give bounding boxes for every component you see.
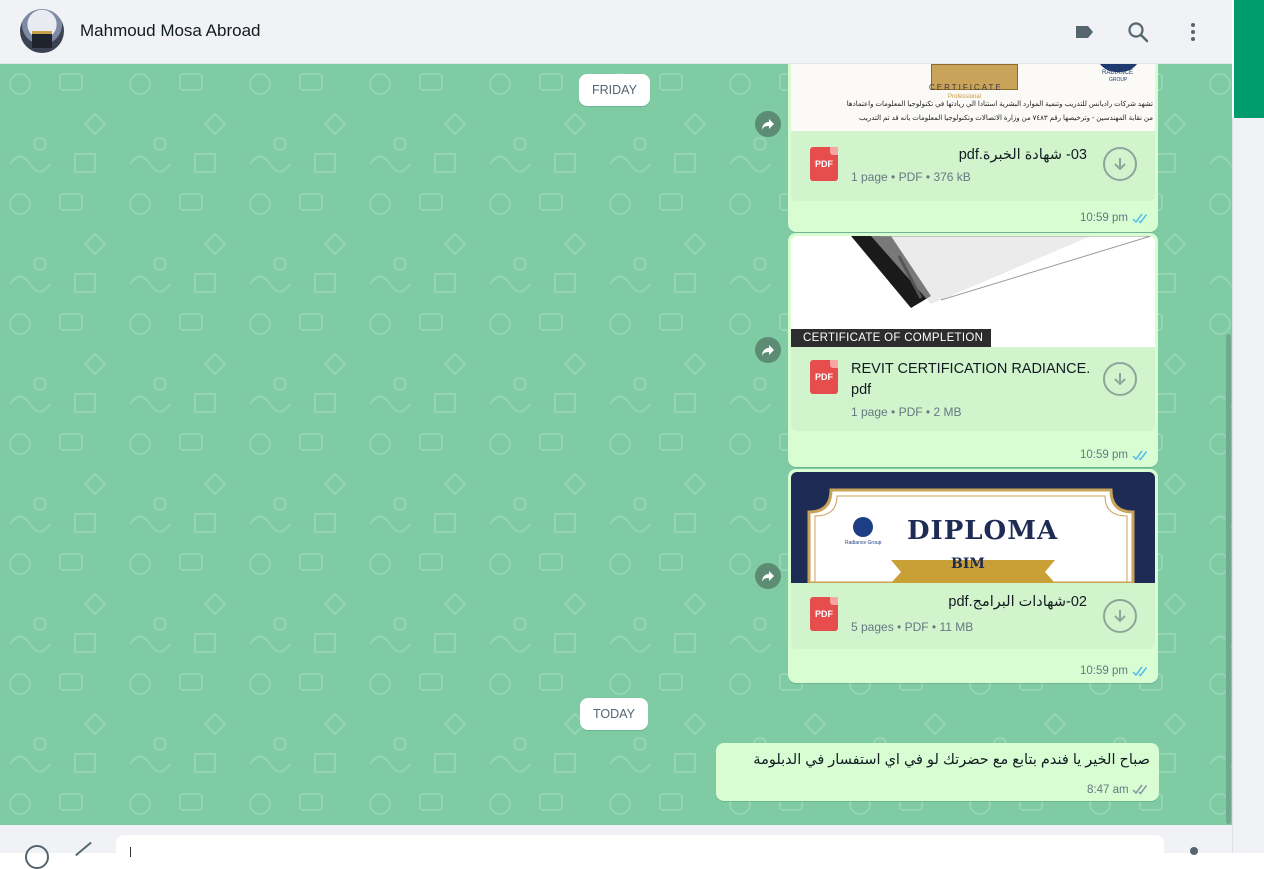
date-separator-today: TODAY <box>580 698 648 730</box>
thumb-text: من نقابة المهندسين - وترخيصها رقم ٧٤٨٣ م… <box>859 115 1153 122</box>
document-thumbnail[interactable]: CERTIFICATE OF COMPLETION <box>791 236 1155 347</box>
forward-icon[interactable] <box>755 563 781 589</box>
composer-bar <box>0 825 1232 869</box>
menu-icon[interactable] <box>1180 19 1206 45</box>
chat-area: FRIDAY CERTIFICATE Professional RADIANCE… <box>0 64 1232 825</box>
thumb-logo-text: Radiance Group <box>845 540 882 546</box>
document-title: 03- شهادة الخبرة.pdf <box>958 147 1087 163</box>
pdf-file-icon: PDF <box>810 147 838 181</box>
thumb-caption: CERTIFICATE OF COMPLETION <box>791 329 991 347</box>
document-meta: 1 page • PDF • 2 MB <box>851 405 962 419</box>
document-row[interactable]: PDF 02-شهادات البرامج.pdf 5 pages • PDF … <box>791 583 1155 649</box>
read-ticks-icon <box>1132 213 1148 224</box>
text-caret <box>130 847 131 857</box>
contact-name[interactable]: Mahmoud Mosa Abroad <box>80 21 261 41</box>
message-time: 8:47 am <box>1087 784 1129 796</box>
thumb-text: CERTIFICATE <box>929 83 1003 92</box>
document-title: 02-شهادات البرامج.pdf <box>948 594 1087 610</box>
message-time: 10:59 pm <box>1080 449 1128 461</box>
thumb-ribbon: BIM <box>951 556 985 572</box>
document-title-line: REVIT CERTIFICATION RADIANCE. <box>851 361 1091 377</box>
read-ticks-icon <box>1132 666 1148 677</box>
emoji-icon[interactable] <box>25 845 49 869</box>
thumb-text: GROUP <box>1109 77 1128 83</box>
side-panel-edge <box>1232 118 1264 853</box>
document-thumbnail[interactable]: CERTIFICATE Professional RADIANCE GROUP … <box>791 64 1155 131</box>
thumb-text: تشهد شركات راديانس للتدريب وتنمية الموار… <box>846 101 1153 108</box>
label-icon[interactable] <box>1071 19 1097 45</box>
chat-scrollbar[interactable] <box>1226 334 1231 824</box>
attach-icon[interactable] <box>75 841 97 863</box>
forward-icon[interactable] <box>755 111 781 137</box>
message-time: 10:59 pm <box>1080 212 1128 224</box>
message-time: 10:59 pm <box>1080 665 1128 677</box>
mic-icon[interactable] <box>1190 847 1198 855</box>
message-document[interactable]: CERTIFICATE Professional RADIANCE GROUP … <box>788 64 1158 232</box>
delivered-ticks-icon <box>1132 784 1148 795</box>
document-title-line: pdf <box>851 382 872 398</box>
date-separator-friday: FRIDAY <box>579 74 650 106</box>
document-row[interactable]: PDF REVIT CERTIFICATION RADIANCE. pdf 1 … <box>791 347 1155 431</box>
message-input[interactable] <box>116 835 1164 865</box>
contact-avatar[interactable] <box>20 9 64 53</box>
forward-icon[interactable] <box>755 337 781 363</box>
search-icon[interactable] <box>1125 19 1151 45</box>
document-meta: 1 page • PDF • 376 kB <box>851 170 971 184</box>
download-icon[interactable] <box>1103 147 1137 181</box>
side-panel-accent <box>1234 0 1264 118</box>
message-document[interactable]: CERTIFICATE OF COMPLETION PDF REVIT CERT… <box>788 233 1158 467</box>
document-thumbnail[interactable]: DIPLOMA BIM Radiance Group <box>791 472 1155 583</box>
pdf-file-icon: PDF <box>810 597 838 631</box>
thumb-text: RADIANCE <box>1102 70 1134 76</box>
download-icon[interactable] <box>1103 362 1137 396</box>
pdf-file-icon: PDF <box>810 360 838 394</box>
read-ticks-icon <box>1132 450 1148 461</box>
document-meta: 5 pages • PDF • 11 MB <box>851 620 974 634</box>
message-body: صباح الخير يا فندم بتابع مع حضرتك لو في … <box>753 752 1150 768</box>
document-title: REVIT CERTIFICATION RADIANCE. pdf <box>851 359 1090 401</box>
chat-header: Mahmoud Mosa Abroad <box>0 0 1232 64</box>
thumb-heading: DIPLOMA <box>907 516 1059 546</box>
message-document[interactable]: DIPLOMA BIM Radiance Group PDF 02-شهادات… <box>788 469 1158 683</box>
document-row[interactable]: PDF 03- شهادة الخبرة.pdf 1 page • PDF • … <box>791 131 1155 201</box>
download-icon[interactable] <box>1103 599 1137 633</box>
